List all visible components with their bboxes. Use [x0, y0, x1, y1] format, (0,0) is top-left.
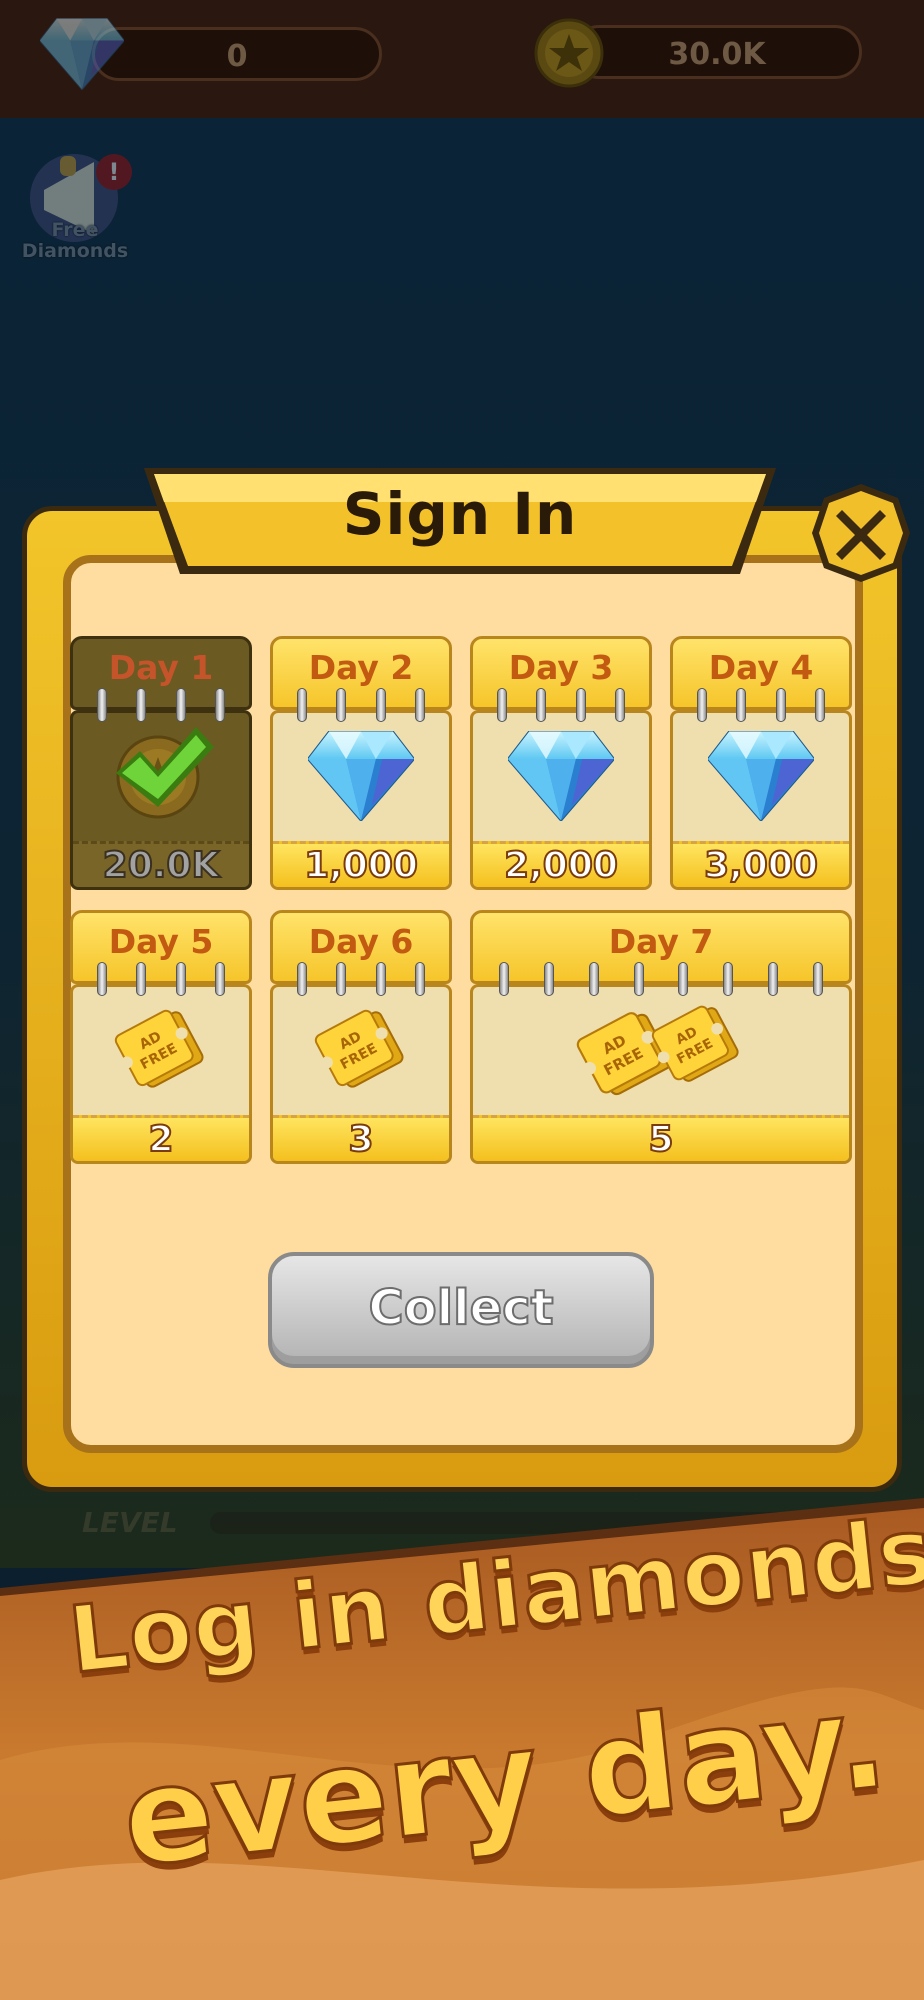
day-card-7[interactable]: Day 75 — [470, 910, 852, 1164]
binder-ring — [175, 688, 186, 722]
coin-icon — [116, 727, 214, 819]
reward-amount: 3 — [273, 1115, 449, 1161]
binder-ring — [296, 962, 307, 996]
binder-ring — [415, 688, 426, 722]
binder-ring — [136, 688, 147, 722]
diamond-balance[interactable]: 0 — [92, 27, 382, 81]
binder-ring — [336, 962, 347, 996]
reward-amount: 2,000 — [473, 841, 649, 887]
reward-icon-wrap — [473, 995, 849, 1105]
ad-free-ticket-icon — [111, 1000, 211, 1100]
reward-amount: 2 — [73, 1115, 249, 1161]
binder-ring — [499, 962, 510, 996]
reward-area: 3 — [270, 984, 452, 1164]
reward-icon-wrap — [273, 995, 449, 1105]
day-card-1[interactable]: Day 1 20.0K — [70, 636, 252, 890]
binder-ring — [678, 962, 689, 996]
diamond-icon — [708, 731, 814, 821]
binder-ring — [375, 688, 386, 722]
day-card-5[interactable]: Day 52 — [70, 910, 252, 1164]
svg-text:!: ! — [109, 158, 120, 186]
binder-rings — [70, 962, 252, 998]
promo-line-2: every day. — [114, 1662, 895, 1898]
reward-amount: 5 — [473, 1115, 849, 1161]
binder-ring — [544, 962, 555, 996]
day-card-2[interactable]: Day 2 1,000 — [270, 636, 452, 890]
binder-ring — [96, 962, 107, 996]
diamond-count: 0 — [226, 39, 248, 74]
binder-rings — [70, 688, 252, 724]
binder-ring — [736, 688, 747, 722]
binder-ring — [496, 688, 507, 722]
binder-ring — [375, 962, 386, 996]
reward-area: 20.0K — [70, 710, 252, 890]
ad-free-ticket-icon — [311, 1000, 411, 1100]
binder-ring — [136, 962, 147, 996]
binder-ring — [215, 962, 226, 996]
free-diamonds-button[interactable]: ! Free Diamonds — [10, 148, 140, 268]
binder-ring — [812, 962, 823, 996]
reward-area: 1,000 — [270, 710, 452, 890]
reward-amount: 1,000 — [273, 841, 449, 887]
binder-rings — [670, 688, 852, 724]
reward-icon-wrap — [473, 721, 649, 831]
star-coin-icon — [534, 18, 604, 88]
binder-ring — [96, 688, 107, 722]
level-label: LEVEL — [82, 1506, 178, 1539]
binder-ring — [215, 688, 226, 722]
binder-ring — [723, 962, 734, 996]
close-button[interactable] — [808, 480, 914, 586]
diamond-icon — [40, 18, 124, 90]
binder-ring — [696, 688, 707, 722]
binder-rings — [470, 962, 852, 998]
coin-balance[interactable]: 30.0K — [572, 25, 862, 79]
binder-ring — [633, 962, 644, 996]
binder-ring — [815, 688, 826, 722]
dialog-title: Sign In — [342, 480, 578, 548]
reward-area: 2 — [70, 984, 252, 1164]
binder-ring — [336, 688, 347, 722]
top-bar: 0 30.0K — [0, 0, 924, 118]
binder-ring — [588, 962, 599, 996]
free-diamonds-label: Free Diamonds — [21, 219, 129, 262]
day-card-4[interactable]: Day 4 3,000 — [670, 636, 852, 890]
reward-area: 5 — [470, 984, 852, 1164]
day-card-3[interactable]: Day 3 2,000 — [470, 636, 652, 890]
collect-button[interactable]: Collect — [268, 1252, 654, 1368]
ad-free-ticket-icon — [571, 1001, 741, 1103]
binder-rings — [270, 688, 452, 724]
reward-area: 2,000 — [470, 710, 652, 890]
reward-icon-wrap — [73, 995, 249, 1105]
binder-ring — [175, 962, 186, 996]
reward-icon-wrap — [673, 721, 849, 831]
reward-icon-wrap — [73, 721, 249, 831]
binder-ring — [296, 688, 307, 722]
reward-amount: 20.0K — [73, 841, 249, 887]
binder-rings — [270, 962, 452, 998]
reward-icon-wrap — [273, 721, 449, 831]
reward-amount: 3,000 — [673, 841, 849, 887]
binder-ring — [415, 962, 426, 996]
diamond-icon — [508, 731, 614, 821]
binder-ring — [767, 962, 778, 996]
binder-ring — [775, 688, 786, 722]
binder-ring — [575, 688, 586, 722]
binder-rings — [470, 688, 652, 724]
coin-count: 30.0K — [668, 37, 766, 72]
binder-ring — [615, 688, 626, 722]
day-card-6[interactable]: Day 63 — [270, 910, 452, 1164]
binder-ring — [536, 688, 547, 722]
reward-area: 3,000 — [670, 710, 852, 890]
diamond-icon — [308, 731, 414, 821]
